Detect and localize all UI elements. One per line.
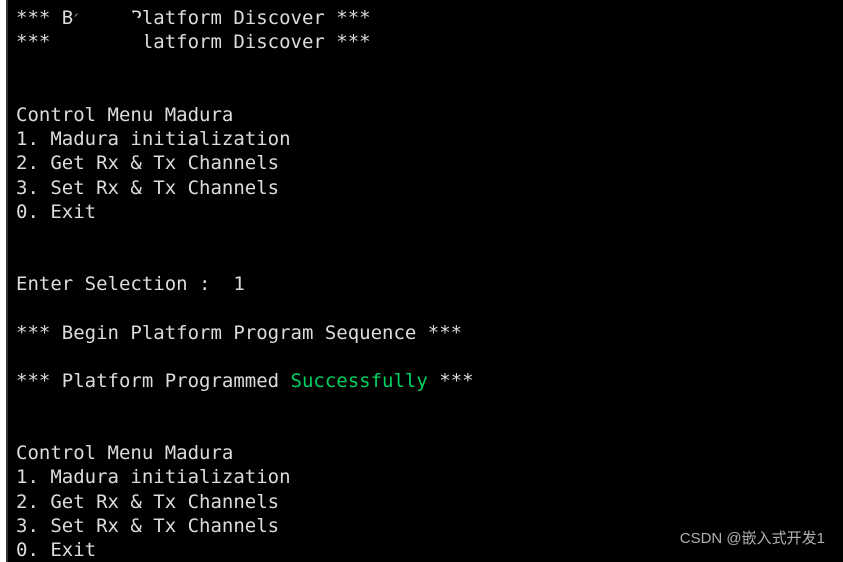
terminal-window: *** Begin Platform Discover *** *** Plat… — [6, 0, 843, 562]
watermark-text: CSDN @嵌入式开发1 — [680, 529, 825, 548]
menu-item: 2. Get Rx & Tx Channels — [16, 151, 835, 175]
blank-line — [16, 79, 835, 103]
success-text: Successfully — [291, 370, 428, 392]
menu-title: Control Menu Madura — [16, 103, 835, 127]
text-segment: *** Platform Programmed — [16, 370, 291, 392]
output-line: *** Platform Programmed Successfully *** — [16, 369, 835, 393]
blank-line — [16, 224, 835, 248]
menu-item: 0. Exit — [16, 200, 835, 224]
menu-item: 1. Madura initialization — [16, 127, 835, 151]
redaction-overlay — [533, 482, 843, 562]
output-line: *** Begin Platform Program Sequence *** — [16, 321, 835, 345]
blank-line — [16, 345, 835, 369]
text-segment: *** — [428, 370, 474, 392]
blank-line — [16, 393, 835, 417]
menu-item: 3. Set Rx & Tx Channels — [16, 176, 835, 200]
blank-line — [16, 297, 835, 321]
blank-line — [16, 248, 835, 272]
input-prompt[interactable]: Enter Selection : 1 — [16, 272, 835, 296]
blank-line — [16, 417, 835, 441]
menu-title: Control Menu Madura — [16, 441, 835, 465]
redaction-overlay — [66, 2, 146, 82]
